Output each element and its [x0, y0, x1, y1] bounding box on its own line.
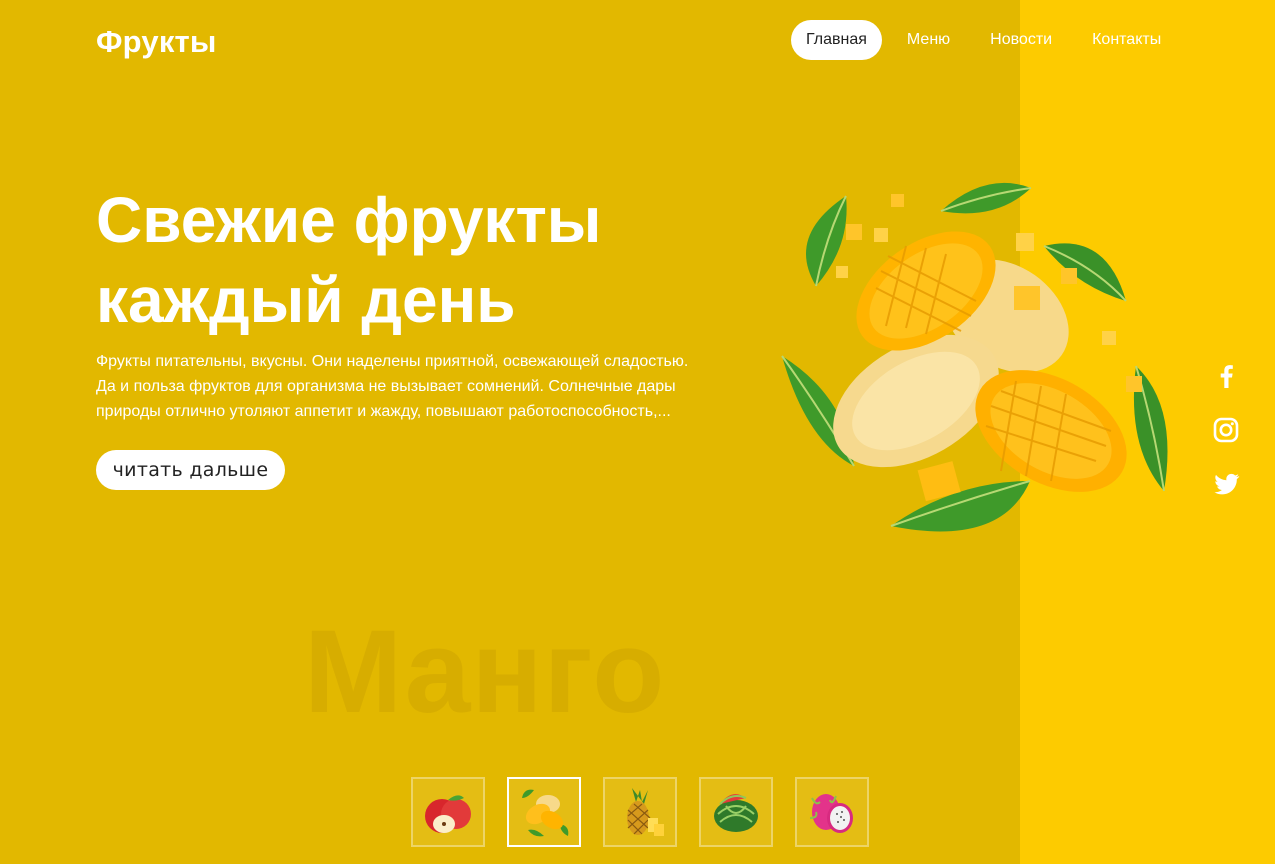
dragonfruit-icon [809, 794, 853, 833]
hero-title-line-1: Свежие фрукты [96, 184, 602, 256]
watermelon-icon [714, 794, 758, 832]
nav-item-menu[interactable]: Меню [892, 20, 965, 60]
thumbnail-dragonfruit[interactable] [795, 777, 869, 847]
hero-title-line-2: каждый день [96, 264, 516, 336]
mango-illustration [781, 182, 1168, 532]
thumbnail-watermelon[interactable] [699, 777, 773, 847]
nav-item-news[interactable]: Новости [975, 20, 1067, 60]
instagram-icon[interactable] [1210, 414, 1242, 446]
hero-title: Свежие фрукты каждый день [96, 180, 716, 340]
mango-icon [522, 789, 569, 837]
fruit-thumbnail-strip [411, 777, 891, 847]
twitter-icon[interactable] [1210, 468, 1242, 500]
pineapple-icon [627, 788, 664, 836]
main-nav: Главная Меню Новости Контакты [791, 20, 1186, 60]
mango-fruit-icon [833, 194, 1142, 502]
thumbnail-apple[interactable] [411, 777, 485, 847]
nav-item-home[interactable]: Главная [791, 20, 882, 60]
apple-icon [425, 795, 471, 833]
thumbnail-pineapple[interactable] [603, 777, 677, 847]
read-more-button[interactable]: читать дальше [96, 450, 285, 490]
facebook-icon[interactable] [1210, 360, 1242, 392]
site-logo[interactable]: Фрукты [96, 24, 217, 60]
thumbnail-mango[interactable] [507, 777, 581, 847]
social-links [1210, 360, 1242, 522]
hero-description: Фрукты питательны, вкусны. Они наделены … [96, 353, 689, 420]
nav-item-contacts[interactable]: Контакты [1077, 20, 1176, 60]
fruit-name-watermark: Манго [304, 606, 666, 738]
